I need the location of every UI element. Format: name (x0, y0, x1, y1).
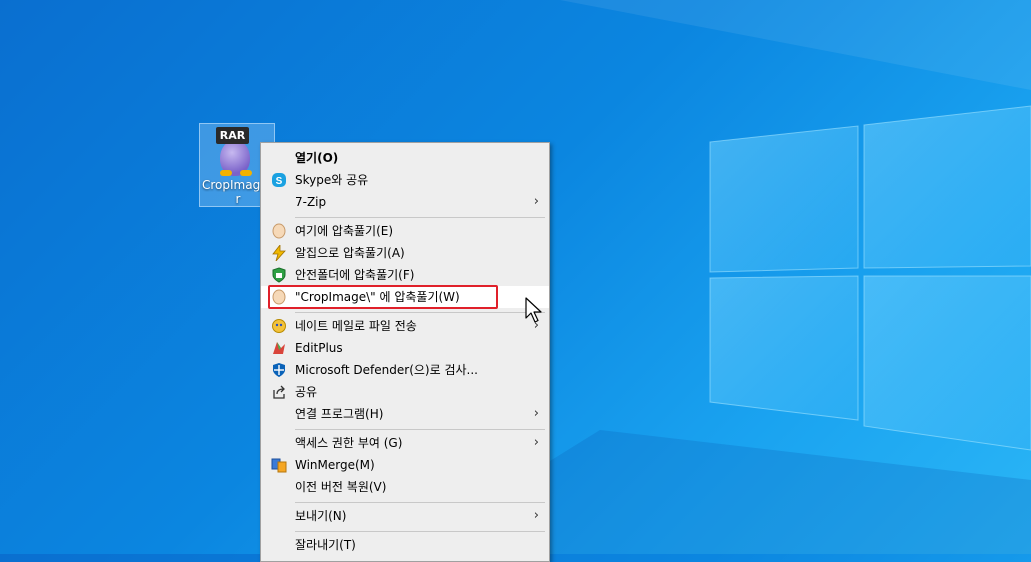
menu-item-share[interactable]: 공유 (261, 381, 549, 403)
menu-item-label: 안전폴더에 압축풀기(F) (295, 268, 415, 282)
chevron-right-icon: › (533, 406, 539, 421)
menu-item-7zip[interactable]: 7-Zip › (261, 191, 549, 213)
menu-separator (295, 429, 545, 430)
chevron-right-icon: › (533, 508, 539, 523)
menu-item-open[interactable]: 열기(O) (261, 147, 549, 169)
highlight-annotation-box (268, 285, 498, 309)
menu-item-label: 공유 (295, 385, 318, 399)
chevron-right-icon: › (533, 435, 539, 450)
menu-separator (295, 531, 545, 532)
menu-item-extract-here[interactable]: 여기에 압축풀기(E) (261, 220, 549, 242)
menu-item-label: 열기(O) (295, 151, 339, 165)
menu-item-alzip-extract[interactable]: 알집으로 압축풀기(A) (261, 242, 549, 264)
nate-icon (272, 319, 286, 333)
menu-item-editplus[interactable]: EditPlus (261, 337, 549, 359)
egg-icon (272, 223, 286, 239)
chevron-right-icon: › (533, 194, 539, 209)
menu-item-restore-previous-versions[interactable]: 이전 버전 복원(V) (261, 476, 549, 498)
menu-item-label: 이전 버전 복원(V) (295, 480, 387, 494)
menu-item-label: EditPlus (295, 341, 343, 355)
menu-item-safe-folder-extract[interactable]: 안전폴더에 압축풀기(F) (261, 264, 549, 286)
menu-item-label: Skype와 공유 (295, 173, 369, 187)
context-menu: 열기(O) S Skype와 공유 7-Zip › 여기에 압축풀기(E) 알집… (260, 142, 550, 562)
menu-separator (295, 312, 545, 313)
menu-item-send-to[interactable]: 보내기(N) › (261, 505, 549, 527)
defender-icon (273, 363, 285, 377)
menu-item-label: 네이트 메일로 파일 전송 (295, 319, 417, 333)
menu-item-nate-mail-send[interactable]: 네이트 메일로 파일 전송 › (261, 315, 549, 337)
menu-item-label: 여기에 압축풀기(E) (295, 224, 394, 238)
share-icon (273, 385, 285, 399)
menu-item-label: 잘라내기(T) (295, 538, 356, 552)
menu-item-give-access[interactable]: 액세스 권한 부여 (G) › (261, 432, 549, 454)
menu-item-label: Microsoft Defender(으)로 검사... (295, 363, 478, 377)
menu-item-label: 연결 프로그램(H) (295, 407, 384, 421)
menu-item-cut[interactable]: 잘라내기(T) (261, 534, 549, 556)
menu-separator (295, 217, 545, 218)
winmerge-icon (271, 458, 287, 473)
menu-item-label: 알집으로 압축풀기(A) (295, 246, 405, 260)
menu-item-label: 액세스 권한 부여 (G) (295, 436, 403, 450)
skype-icon: S (272, 173, 286, 187)
egg-feet (218, 170, 254, 176)
alzip-icon (272, 245, 286, 261)
svg-text:S: S (276, 176, 283, 187)
menu-separator (295, 502, 545, 503)
menu-item-label: 7-Zip (295, 195, 327, 209)
mouse-cursor-icon (525, 297, 542, 323)
menu-item-skype-share[interactable]: S Skype와 공유 (261, 169, 549, 191)
shield-folder-icon (272, 267, 286, 283)
menu-item-label: WinMerge(M) (295, 458, 375, 472)
menu-item-label: 보내기(N) (295, 509, 347, 523)
rar-badge: RAR (216, 127, 249, 144)
editplus-icon (273, 342, 285, 354)
menu-item-open-with[interactable]: 연결 프로그램(H) › (261, 403, 549, 425)
menu-item-defender-scan[interactable]: Microsoft Defender(으)로 검사... (261, 359, 549, 381)
menu-item-winmerge[interactable]: WinMerge(M) (261, 454, 549, 476)
